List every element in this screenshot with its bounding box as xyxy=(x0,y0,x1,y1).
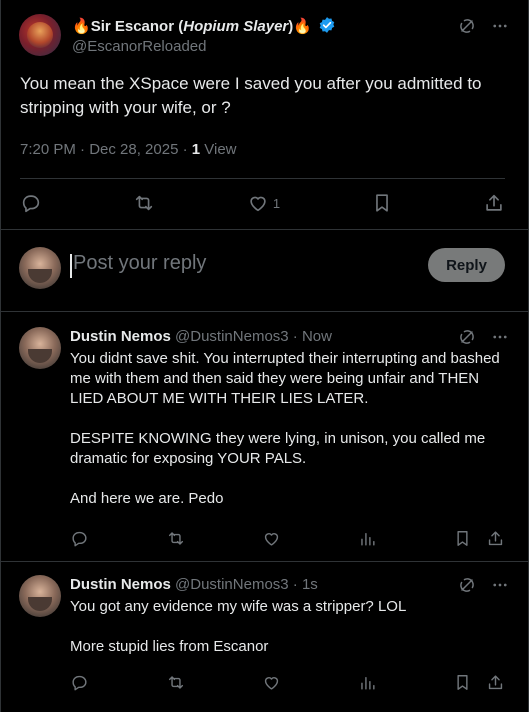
bookmark-button[interactable] xyxy=(371,192,393,214)
reply-text: You didnt save shit. You interrupted the… xyxy=(70,349,510,509)
share-icon xyxy=(486,194,502,211)
more-icon[interactable] xyxy=(491,576,509,594)
like-icon xyxy=(264,533,279,546)
text-caret xyxy=(70,254,72,278)
reply-author-avatar[interactable] xyxy=(19,575,61,617)
bookmark-icon xyxy=(375,194,388,212)
author-display-name[interactable]: 🔥Sir Escanor (Hopium Slayer)🔥 xyxy=(72,16,336,35)
repost-icon xyxy=(168,676,183,689)
repost-icon xyxy=(136,195,153,211)
reply-header: Dustin Nemos @DustinNemos3 · Now xyxy=(70,328,332,345)
reply-button[interactable] xyxy=(70,529,89,548)
reply-submit-button[interactable]: Reply xyxy=(428,248,505,282)
reply-author-name[interactable]: Dustin Nemos xyxy=(70,328,171,345)
reply-paragraph: You got any evidence my wife was a strip… xyxy=(70,598,407,615)
like-count: 1 xyxy=(272,195,281,211)
grok-icon[interactable] xyxy=(457,16,477,36)
main-post: 🔥Sir Escanor (Hopium Slayer)🔥 @EscanorRe… xyxy=(0,0,529,228)
reply-paragraph: DESPITE KNOWING they were lying, in unis… xyxy=(70,430,486,467)
main-action-bar: 1 xyxy=(20,192,505,214)
like-button[interactable] xyxy=(262,529,281,548)
repost-button[interactable] xyxy=(132,192,156,214)
more-icon[interactable] xyxy=(491,328,509,346)
views-label: View xyxy=(200,141,237,158)
reply-action-bar xyxy=(70,529,505,548)
bookmark-icon xyxy=(457,531,468,546)
author-avatar[interactable] xyxy=(19,14,61,56)
repost-icon xyxy=(168,532,183,545)
reply-action-bar xyxy=(70,673,505,692)
reply-paragraph: And here we are. Pedo xyxy=(70,490,224,507)
views-button[interactable] xyxy=(358,673,377,692)
share-icon xyxy=(488,675,503,690)
grok-icon[interactable] xyxy=(457,575,477,595)
share-button[interactable] xyxy=(483,192,505,214)
reply-paragraph: You didnt save shit. You interrupted the… xyxy=(70,350,500,407)
flame-icon: 🔥 xyxy=(293,18,312,35)
reply-author-handle[interactable]: @DustinNemos3 · Now xyxy=(175,328,332,345)
author-handle[interactable]: @EscanorReloaded xyxy=(72,38,206,55)
more-icon[interactable] xyxy=(491,17,509,35)
post-timestamp[interactable]: 7:20 PM · Dec 28, 2025 · xyxy=(20,141,192,158)
share-button[interactable] xyxy=(486,529,505,548)
reply-button[interactable] xyxy=(70,673,89,692)
share-button[interactable] xyxy=(486,673,505,692)
views-icon xyxy=(360,677,375,690)
repost-button[interactable] xyxy=(166,529,186,548)
bookmark-button[interactable] xyxy=(453,529,472,548)
reply-icon xyxy=(72,675,87,691)
reply-post: Dustin Nemos @DustinNemos3 · 1s You got … xyxy=(0,563,529,712)
post-meta: 7:20 PM · Dec 28, 2025 · 1 View xyxy=(20,141,237,158)
flame-icon: 🔥 xyxy=(72,18,91,35)
grok-icon[interactable] xyxy=(457,327,477,347)
views-icon xyxy=(360,533,375,546)
reply-input[interactable]: Post your reply xyxy=(73,252,206,275)
reply-paragraph: More stupid lies from Escanor xyxy=(70,638,269,655)
post-text: You mean the XSpace were I saved you aft… xyxy=(20,74,482,117)
divider xyxy=(20,178,505,179)
verified-badge-icon xyxy=(318,16,336,34)
user-avatar[interactable] xyxy=(19,247,61,289)
reply-author-avatar[interactable] xyxy=(19,327,61,369)
reply-button[interactable] xyxy=(20,192,42,214)
reply-author-name[interactable]: Dustin Nemos xyxy=(70,576,171,593)
reply-text: You got any evidence my wife was a strip… xyxy=(70,597,510,657)
reply-header: Dustin Nemos @DustinNemos3 · 1s xyxy=(70,576,318,593)
like-icon xyxy=(250,196,266,212)
like-button[interactable]: 1 xyxy=(247,192,280,214)
reply-post: Dustin Nemos @DustinNemos3 · Now You did… xyxy=(0,313,529,562)
bookmark-button[interactable] xyxy=(453,673,472,692)
reply-author-handle[interactable]: @DustinNemos3 · 1s xyxy=(175,576,318,593)
views-count: 1 xyxy=(191,141,201,158)
bookmark-icon xyxy=(457,675,468,690)
repost-button[interactable] xyxy=(166,673,186,692)
views-button[interactable] xyxy=(358,529,377,548)
like-button[interactable] xyxy=(262,673,281,692)
like-icon xyxy=(264,677,279,690)
reply-icon xyxy=(72,531,87,547)
reply-icon xyxy=(22,195,40,213)
share-icon xyxy=(488,531,503,546)
